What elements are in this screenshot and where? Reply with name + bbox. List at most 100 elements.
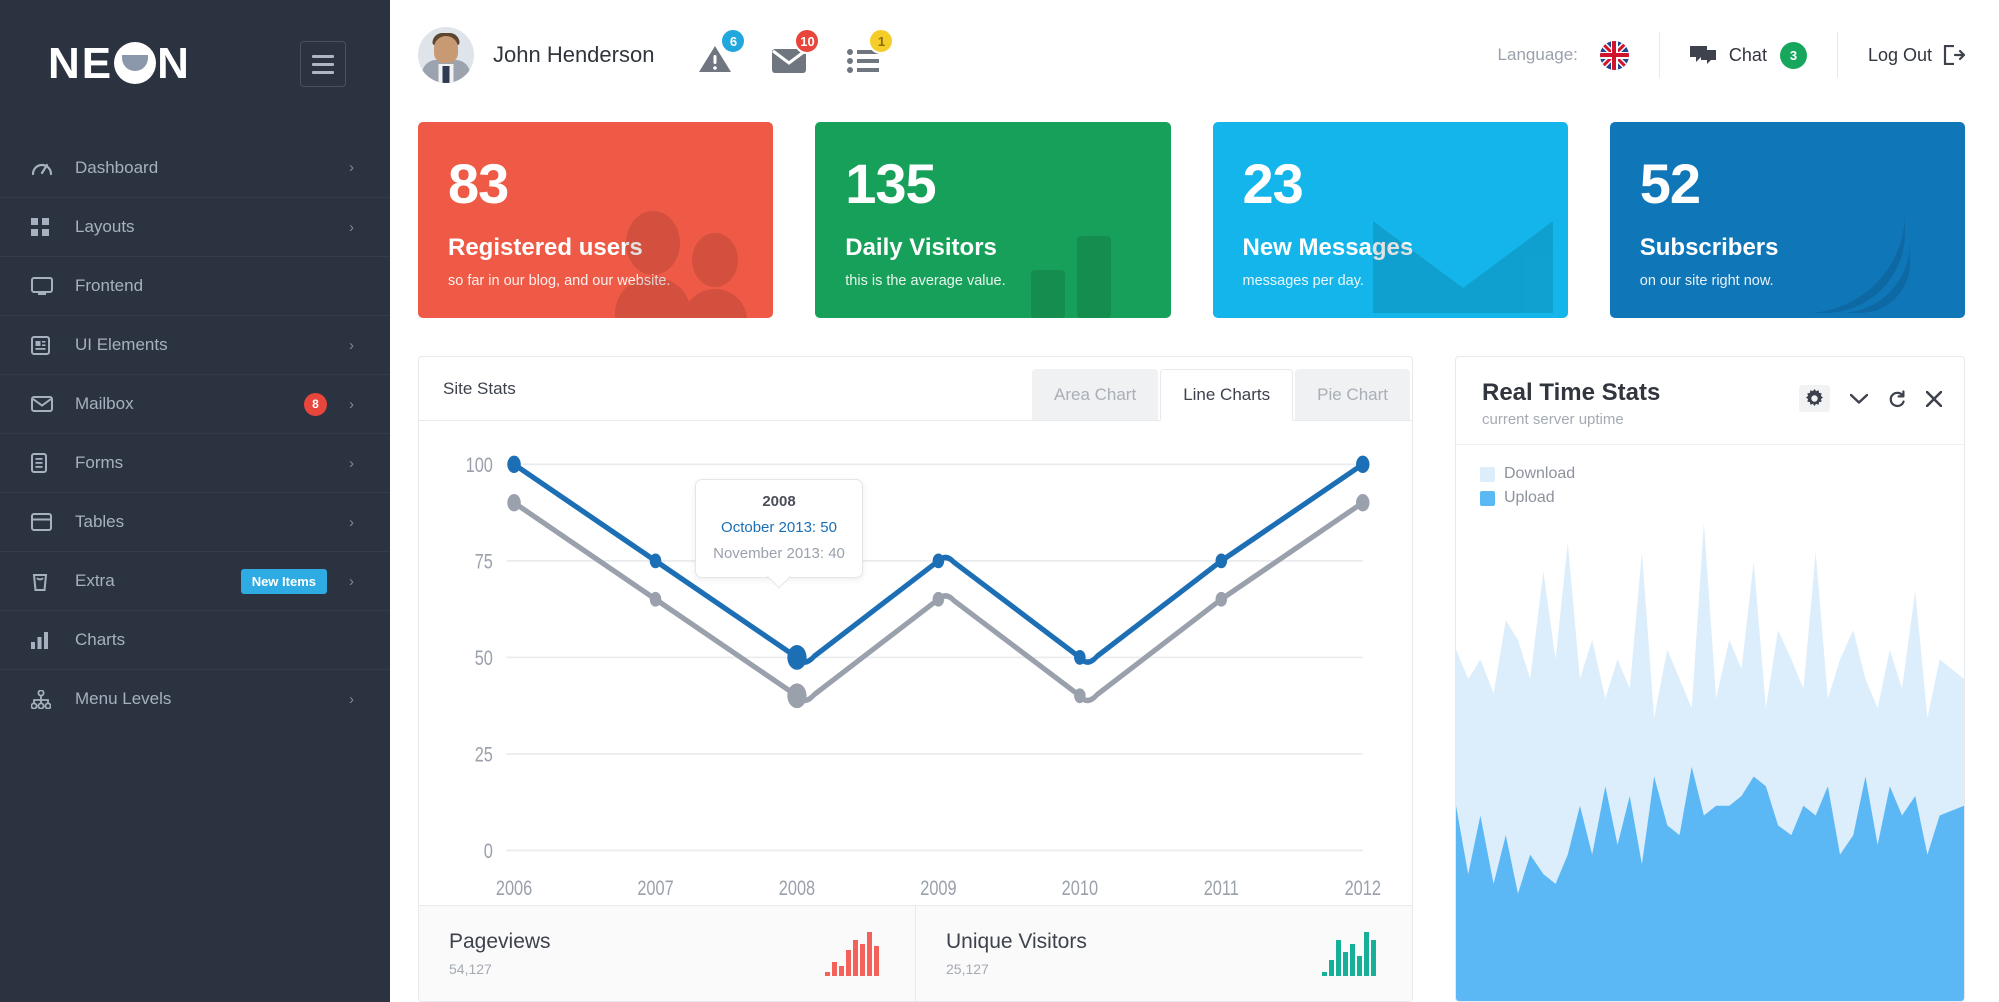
chat-button[interactable]: Chat 3 xyxy=(1660,41,1837,69)
ui-card-icon xyxy=(31,334,59,356)
logo-o-glyph xyxy=(114,42,157,84)
language-selector[interactable]: Language: xyxy=(1498,40,1659,70)
real-time-header: Real Time Stats current server uptime xyxy=(1456,357,1964,445)
sidebar-item-mailbox[interactable]: Mailbox 8 › xyxy=(0,374,390,433)
sidebar-item-forms[interactable]: Forms › xyxy=(0,433,390,492)
svg-text:2006: 2006 xyxy=(496,876,532,899)
footer-stat-name: Unique Visitors xyxy=(946,930,1087,953)
sidebar-item-ui-elements[interactable]: UI Elements › xyxy=(0,315,390,374)
speedometer-icon xyxy=(31,157,59,179)
stat-card-daily-visitors[interactable]: 135 Daily Visitors this is the average v… xyxy=(815,122,1171,318)
sidebar-item-menu-levels[interactable]: Menu Levels › xyxy=(0,669,390,728)
topbar-right: Language: Chat 3 Log Out xyxy=(1498,32,1965,78)
table-icon xyxy=(31,511,59,533)
svg-text:2012: 2012 xyxy=(1345,876,1381,899)
svg-text:2009: 2009 xyxy=(920,876,956,899)
sitemap-icon xyxy=(31,688,59,710)
legend-item-download[interactable]: Download xyxy=(1480,465,1964,483)
sidebar-item-label: Charts xyxy=(75,630,126,649)
sidebar-item-label: Layouts xyxy=(75,217,135,236)
tooltip-title: 2008 xyxy=(762,493,796,510)
chart-tabs: Area Chart Line Charts Pie Chart xyxy=(1031,357,1412,421)
legend-item-upload[interactable]: Upload xyxy=(1480,489,1964,507)
sidebar-item-label: Tables xyxy=(75,512,125,531)
series-november-2013-points xyxy=(507,494,1370,709)
chevron-right-icon: › xyxy=(349,336,354,354)
sidebar-item-extra[interactable]: Extra New Items › xyxy=(0,551,390,610)
hamburger-icon-bar xyxy=(312,70,334,74)
sidebar-header: NE N xyxy=(0,0,390,128)
footer-stat-name: Pageviews xyxy=(449,930,551,953)
site-stats-header: Site Stats Area Chart Line Charts Pie Ch… xyxy=(419,357,1412,421)
logout-button[interactable]: Log Out xyxy=(1838,45,1965,66)
sidebar: NE N Dashboard › Layouts › Frontend UI E… xyxy=(0,0,390,1002)
sidebar-nav: Dashboard › Layouts › Frontend UI Elemen… xyxy=(0,138,390,728)
sidebar-item-label: Dashboard xyxy=(75,157,159,177)
sidebar-item-dashboard[interactable]: Dashboard › xyxy=(0,138,390,197)
alerts-badge: 6 xyxy=(720,28,747,54)
notification-icons: 6 10 1 xyxy=(696,28,895,74)
stat-card-subscribers[interactable]: 52 Subscribers on our site right now. xyxy=(1609,122,1965,318)
messages-badge: 10 xyxy=(794,28,821,54)
sidebar-item-layouts[interactable]: Layouts › xyxy=(0,197,390,256)
sidebar-pill-new-items[interactable]: New Items xyxy=(240,568,327,594)
legend-swatch xyxy=(1480,490,1495,506)
refresh-icon[interactable] xyxy=(1888,389,1906,408)
svg-text:75: 75 xyxy=(475,549,493,572)
tab-line-charts[interactable]: Line Charts xyxy=(1160,369,1294,421)
sidebar-item-charts[interactable]: Charts xyxy=(0,610,390,669)
stat-card-new-messages[interactable]: 23 New Messages messages per day. xyxy=(1212,122,1568,318)
logout-label: Log Out xyxy=(1867,44,1932,65)
unique-visitors-sparkline xyxy=(1322,931,1376,976)
hamburger-icon-bar xyxy=(312,62,334,66)
uk-flag-icon[interactable] xyxy=(1599,40,1629,70)
form-icon xyxy=(31,452,59,474)
tasks-button[interactable]: 1 xyxy=(844,28,895,74)
line-chart[interactable]: 100 75 50 25 0 2006 2007 2008 2009 2010 2011 20… xyxy=(419,421,1412,905)
footer-stat-pageviews[interactable]: Pageviews 54,127 xyxy=(419,906,916,1001)
real-time-area-chart[interactable] xyxy=(1456,513,1964,1001)
avatar xyxy=(418,27,474,83)
footer-stat-value: 54,127 xyxy=(449,961,492,977)
stat-card-registered-users[interactable]: 83 Registered users so far in our blog, … xyxy=(418,122,774,318)
real-time-stats-panel: Real Time Stats current server uptime Do… xyxy=(1455,356,1965,1002)
series-october-2013-points xyxy=(507,455,1370,670)
chat-bubbles-icon xyxy=(1689,45,1716,64)
sidebar-item-frontend[interactable]: Frontend xyxy=(0,256,390,315)
svg-text:0: 0 xyxy=(484,839,493,862)
envelope-icon xyxy=(31,393,59,415)
svg-text:100: 100 xyxy=(466,453,493,476)
user-name: John Henderson xyxy=(493,42,655,67)
sidebar-item-label: Extra xyxy=(75,571,115,590)
stat-number: 52 xyxy=(1639,152,1701,215)
user-profile[interactable]: John Henderson xyxy=(418,27,654,83)
tab-area-chart[interactable]: Area Chart xyxy=(1031,369,1159,420)
real-time-subtitle: current server uptime xyxy=(1482,411,1624,428)
stat-cards: 83 Registered users so far in our blog, … xyxy=(390,110,1999,318)
close-icon[interactable] xyxy=(1926,390,1942,407)
chevron-right-icon: › xyxy=(349,395,354,413)
svg-text:25: 25 xyxy=(475,742,493,765)
sidebar-item-label: Mailbox xyxy=(75,394,134,413)
messages-button[interactable]: 10 xyxy=(770,28,821,74)
trash-icon xyxy=(31,570,59,592)
sidebar-item-tables[interactable]: Tables › xyxy=(0,492,390,551)
chevron-right-icon: › xyxy=(349,159,354,176)
tab-pie-chart[interactable]: Pie Chart xyxy=(1295,369,1410,420)
content-row: Site Stats Area Chart Line Charts Pie Ch… xyxy=(390,318,1999,1002)
svg-text:2011: 2011 xyxy=(1204,876,1239,899)
sidebar-item-label: Frontend xyxy=(75,276,144,295)
chevron-down-icon[interactable] xyxy=(1850,393,1868,405)
footer-stat-unique-visitors[interactable]: Unique Visitors 25,127 xyxy=(916,906,1412,1001)
dashboard-app: NE N Dashboard › Layouts › Frontend UI E… xyxy=(0,0,1999,1002)
app-logo[interactable]: NE N xyxy=(48,39,191,89)
sidebar-collapse-toggle[interactable] xyxy=(300,41,346,87)
gear-icon[interactable] xyxy=(1799,385,1830,412)
sidebar-item-label: Menu Levels xyxy=(75,689,172,708)
legend-label: Upload xyxy=(1504,489,1555,506)
bar-chart-icon xyxy=(1030,236,1111,318)
stat-number: 83 xyxy=(448,152,509,215)
alerts-button[interactable]: 6 xyxy=(696,28,747,74)
chevron-right-icon: › xyxy=(349,218,354,236)
svg-text:2010: 2010 xyxy=(1062,876,1098,899)
